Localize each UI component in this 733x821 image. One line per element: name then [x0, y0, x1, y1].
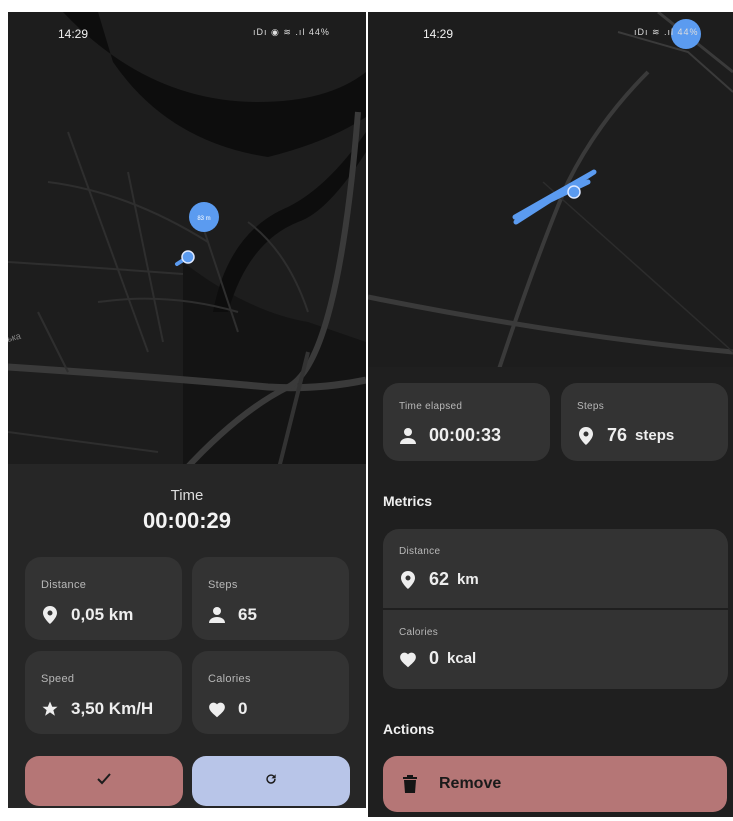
metrics-distance-label: Distance	[399, 546, 441, 557]
trash-icon	[403, 775, 417, 793]
steps-label: Steps	[208, 579, 238, 591]
speed-card: Speed 3,50 Km/H	[25, 651, 182, 734]
metrics-calories-unit: kcal	[447, 650, 477, 667]
distance-badge: 83 m	[197, 216, 210, 222]
time-elapsed-value: 00:00:33	[429, 425, 502, 445]
location-pin-icon	[41, 606, 59, 624]
metrics-card: Distance 62 km Calories 0 kcal	[383, 529, 728, 689]
metrics-distance-row: Distance 62 km	[383, 529, 728, 608]
status-bar: 14:29 ıDı ≋ .ıl 44%	[368, 12, 733, 52]
steps-unit: steps	[635, 427, 675, 444]
steps-value: 76	[607, 425, 628, 445]
steps-card: Steps 76 steps	[561, 383, 728, 461]
speed-label: Speed	[41, 673, 75, 685]
reset-button[interactable]	[192, 756, 350, 806]
calories-label: Calories	[208, 673, 251, 685]
metrics-heading: Metrics	[383, 493, 433, 509]
tracking-screen: 83 m ька 14:29 ıDı ◉ ≋ .ıl 44% Time 00:0…	[8, 12, 366, 808]
time-label: Time	[170, 487, 204, 504]
status-icons: ıDı ◉ ≋ .ıl 44%	[253, 27, 330, 37]
steps-value: 65	[238, 605, 257, 624]
status-bar: 14:29 ıDı ◉ ≋ .ıl 44%	[8, 12, 366, 52]
metrics-calories-value: 0	[429, 648, 440, 668]
speed-value: 3,50 Km/H	[71, 699, 154, 718]
status-time: 14:29	[58, 27, 89, 41]
distance-label: Distance	[41, 579, 87, 591]
map-view[interactable]	[368, 12, 733, 372]
workout-details-screen: 14:29 ıDı ≋ .ıl 44% Time elapsed 00:00:3…	[368, 12, 733, 817]
metrics-calories-row: Calories 0 kcal	[383, 610, 728, 689]
star-icon	[41, 700, 59, 718]
finish-button[interactable]	[25, 756, 183, 806]
person-icon	[399, 427, 417, 445]
metrics-distance-value: 62	[429, 569, 450, 589]
steps-label: Steps	[577, 401, 605, 412]
map-view[interactable]: 83 m ька	[8, 12, 366, 472]
workout-panel: Time 00:00:29 Distance 0,05 km Steps 65 …	[8, 464, 366, 808]
person-icon	[208, 606, 226, 624]
actions-heading: Actions	[383, 721, 435, 737]
steps-card: Steps 65	[192, 557, 349, 640]
distance-value: 0,05 km	[71, 605, 134, 624]
metrics-distance-unit: km	[457, 571, 479, 588]
location-pin-icon	[399, 570, 417, 589]
status-icons: ıDı ≋ .ıl 44%	[634, 27, 699, 37]
time-elapsed-label: Time elapsed	[399, 401, 463, 412]
status-time: 14:29	[423, 27, 454, 41]
location-pin-icon	[577, 426, 595, 445]
heart-icon	[399, 650, 417, 668]
time-value: 00:00:29	[142, 508, 232, 533]
checkmark-icon	[97, 772, 111, 790]
heart-icon	[208, 700, 226, 718]
time-elapsed-card: Time elapsed 00:00:33	[383, 383, 550, 461]
details-panel: Time elapsed 00:00:33 Steps 76 steps Met…	[368, 367, 733, 817]
calories-card: Calories 0	[192, 651, 349, 734]
remove-button-label: Remove	[439, 775, 502, 792]
calories-value: 0	[238, 699, 248, 718]
metrics-calories-label: Calories	[399, 627, 439, 638]
remove-button[interactable]: Remove	[383, 756, 727, 812]
refresh-icon	[264, 772, 278, 791]
distance-card: Distance 0,05 km	[25, 557, 182, 640]
